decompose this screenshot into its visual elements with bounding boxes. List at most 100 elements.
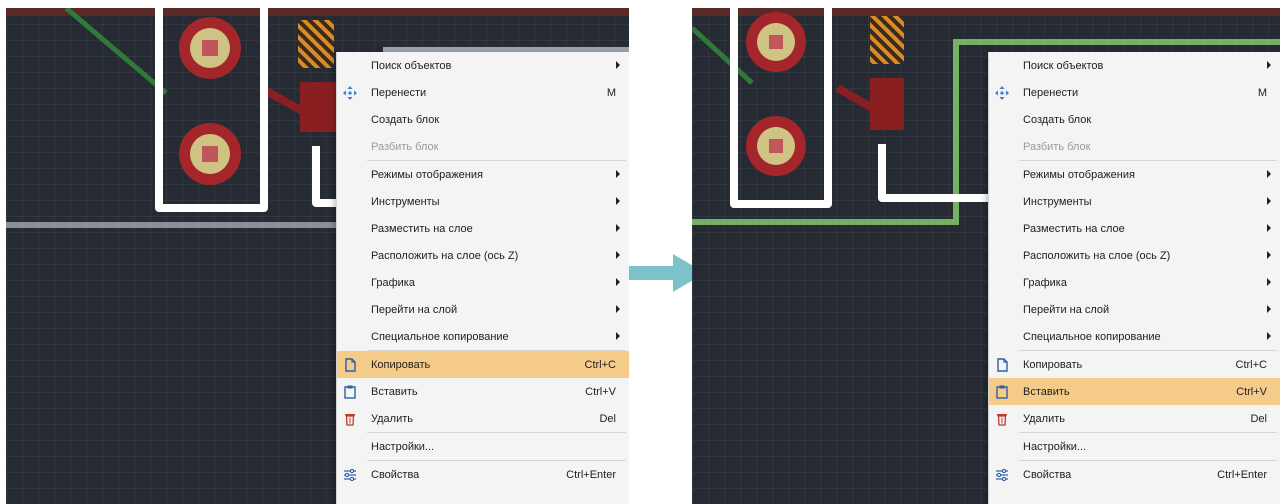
- menu-item-label: Создать блок: [1023, 113, 1092, 126]
- smd-pad: [870, 78, 904, 130]
- submenu-arrow-icon: [616, 305, 620, 313]
- submenu-arrow-icon: [616, 170, 620, 178]
- pcb-canvas-after[interactable]: Поиск объектов Перенести M Создать блок Р…: [692, 8, 1280, 504]
- submenu-arrow-icon: [616, 61, 620, 69]
- menu-item-special-copy[interactable]: Специальное копирование: [989, 323, 1280, 350]
- menu-item-label: Режимы отображения: [371, 168, 483, 181]
- menu-item-shortcut: Ctrl+C: [1235, 358, 1267, 371]
- pad: [179, 123, 241, 185]
- submenu-arrow-icon: [1267, 170, 1271, 178]
- menu-item-shortcut: Ctrl+V: [585, 385, 616, 398]
- trash-icon: [342, 411, 358, 427]
- menu-item-display-modes[interactable]: Режимы отображения: [989, 161, 1280, 188]
- menu-item-label: Удалить: [1023, 412, 1065, 425]
- menu-item-place-on-layer[interactable]: Разместить на слое: [337, 215, 629, 242]
- pad: [179, 17, 241, 79]
- paste-icon: [994, 384, 1010, 400]
- copy-icon: [342, 357, 358, 373]
- menu-item-settings[interactable]: Настройки...: [337, 433, 629, 460]
- context-menu: Поиск объектов Перенести M Создать блок Р…: [336, 52, 629, 504]
- menu-item-create-block[interactable]: Создать блок: [989, 106, 1280, 133]
- menu-item-label: Перейти на слой: [371, 303, 458, 316]
- menu-item-move[interactable]: Перенести M: [337, 79, 629, 106]
- menu-item-arrange-z[interactable]: Расположить на слое (ось Z): [989, 242, 1280, 269]
- menu-item-label: Копировать: [1023, 358, 1083, 371]
- menu-item-tools[interactable]: Инструменты: [337, 188, 629, 215]
- menu-item-break-block: Разбить блок: [989, 133, 1280, 160]
- menu-item-label: Свойства: [1023, 468, 1072, 481]
- menu-item-label: Перейти на слой: [1023, 303, 1110, 316]
- menu-item-label: Графика: [1023, 276, 1067, 289]
- menu-item-shortcut: Ctrl+V: [1236, 385, 1267, 398]
- menu-item-copy[interactable]: Копировать Ctrl+C: [989, 351, 1280, 378]
- smd-pad-hatched: [298, 20, 334, 68]
- menu-item-find-objects[interactable]: Поиск объектов: [337, 52, 629, 79]
- menu-item-settings[interactable]: Настройки...: [989, 433, 1280, 460]
- submenu-arrow-icon: [1267, 305, 1271, 313]
- menu-item-label: Создать блок: [371, 113, 440, 126]
- menu-item-label: Удалить: [371, 412, 413, 425]
- menu-item-move[interactable]: Перенести M: [989, 79, 1280, 106]
- menu-item-label: Настройки...: [371, 440, 435, 453]
- menu-item-label: Настройки...: [1023, 440, 1087, 453]
- gray-trace: [6, 222, 336, 228]
- menu-item-paste[interactable]: Вставить Ctrl+V: [337, 378, 629, 405]
- menu-item-label: Поиск объектов: [1023, 59, 1104, 72]
- menu-item-label: Разместить на слое: [371, 222, 473, 235]
- menu-item-arrange-z[interactable]: Расположить на слое (ось Z): [337, 242, 629, 269]
- submenu-arrow-icon: [1267, 332, 1271, 340]
- menu-item-go-to-layer[interactable]: Перейти на слой: [337, 296, 629, 323]
- menu-item-delete[interactable]: Удалить Del: [337, 405, 629, 432]
- menu-item-special-copy[interactable]: Специальное копирование: [337, 323, 629, 350]
- menu-item-delete[interactable]: Удалить Del: [989, 405, 1280, 432]
- menu-item-shortcut: Ctrl+Enter: [1217, 468, 1267, 481]
- menu-item-label: Графика: [371, 276, 415, 289]
- menu-item-shortcut: M: [1257, 86, 1267, 99]
- menu-item-graphics[interactable]: Графика: [337, 269, 629, 296]
- menu-item-label: Вставить: [1023, 385, 1070, 398]
- menu-item-label: Разбить блок: [371, 140, 439, 153]
- menu-item-break-block: Разбить блок: [337, 133, 629, 160]
- menu-item-label: Разместить на слое: [1023, 222, 1125, 235]
- submenu-arrow-icon: [1267, 251, 1271, 259]
- menu-item-display-modes[interactable]: Режимы отображения: [337, 161, 629, 188]
- menu-item-label: Специальное копирование: [1023, 330, 1161, 343]
- menu-item-go-to-layer[interactable]: Перейти на слой: [989, 296, 1280, 323]
- menu-item-label: Инструменты: [1023, 195, 1092, 208]
- silkscreen-outline: [312, 146, 336, 207]
- menu-item-label: Специальное копирование: [371, 330, 509, 343]
- menu-item-properties[interactable]: Свойства Ctrl+Enter: [989, 461, 1280, 488]
- submenu-arrow-icon: [1267, 224, 1271, 232]
- red-trace: [835, 84, 875, 112]
- move-icon: [994, 85, 1010, 101]
- green-trace: [64, 8, 168, 95]
- submenu-arrow-icon: [1267, 197, 1271, 205]
- menu-item-graphics[interactable]: Графика: [989, 269, 1280, 296]
- menu-item-label: Разбить блок: [1023, 140, 1091, 153]
- menu-item-paste[interactable]: Вставить Ctrl+V: [989, 378, 1280, 405]
- menu-item-create-block[interactable]: Создать блок: [337, 106, 629, 133]
- menu-item-shortcut: Del: [1250, 412, 1267, 425]
- menu-item-label: Перенести: [371, 86, 427, 99]
- menu-item-label: Вставить: [371, 385, 418, 398]
- menu-item-label: Режимы отображения: [1023, 168, 1135, 181]
- menu-item-tools[interactable]: Инструменты: [989, 188, 1280, 215]
- menu-item-find-objects[interactable]: Поиск объектов: [989, 52, 1280, 79]
- top-copper-strip: [6, 8, 629, 16]
- menu-item-label: Перенести: [1023, 86, 1079, 99]
- menu-item-place-on-layer[interactable]: Разместить на слое: [989, 215, 1280, 242]
- pad: [746, 12, 806, 72]
- menu-item-label: Копировать: [371, 358, 431, 371]
- properties-icon: [342, 467, 358, 483]
- menu-item-copy[interactable]: Копировать Ctrl+C: [337, 351, 629, 378]
- green-trace: [692, 26, 754, 85]
- menu-item-label: Свойства: [371, 468, 420, 481]
- pcb-canvas-before[interactable]: Поиск объектов Перенести M Создать блок Р…: [6, 8, 629, 504]
- pad: [746, 116, 806, 176]
- copy-icon: [994, 357, 1010, 373]
- submenu-arrow-icon: [1267, 278, 1271, 286]
- context-menu: Поиск объектов Перенести M Создать блок Р…: [988, 52, 1280, 504]
- menu-item-shortcut: M: [606, 86, 616, 99]
- menu-item-properties[interactable]: Свойства Ctrl+Enter: [337, 461, 629, 488]
- submenu-arrow-icon: [616, 332, 620, 340]
